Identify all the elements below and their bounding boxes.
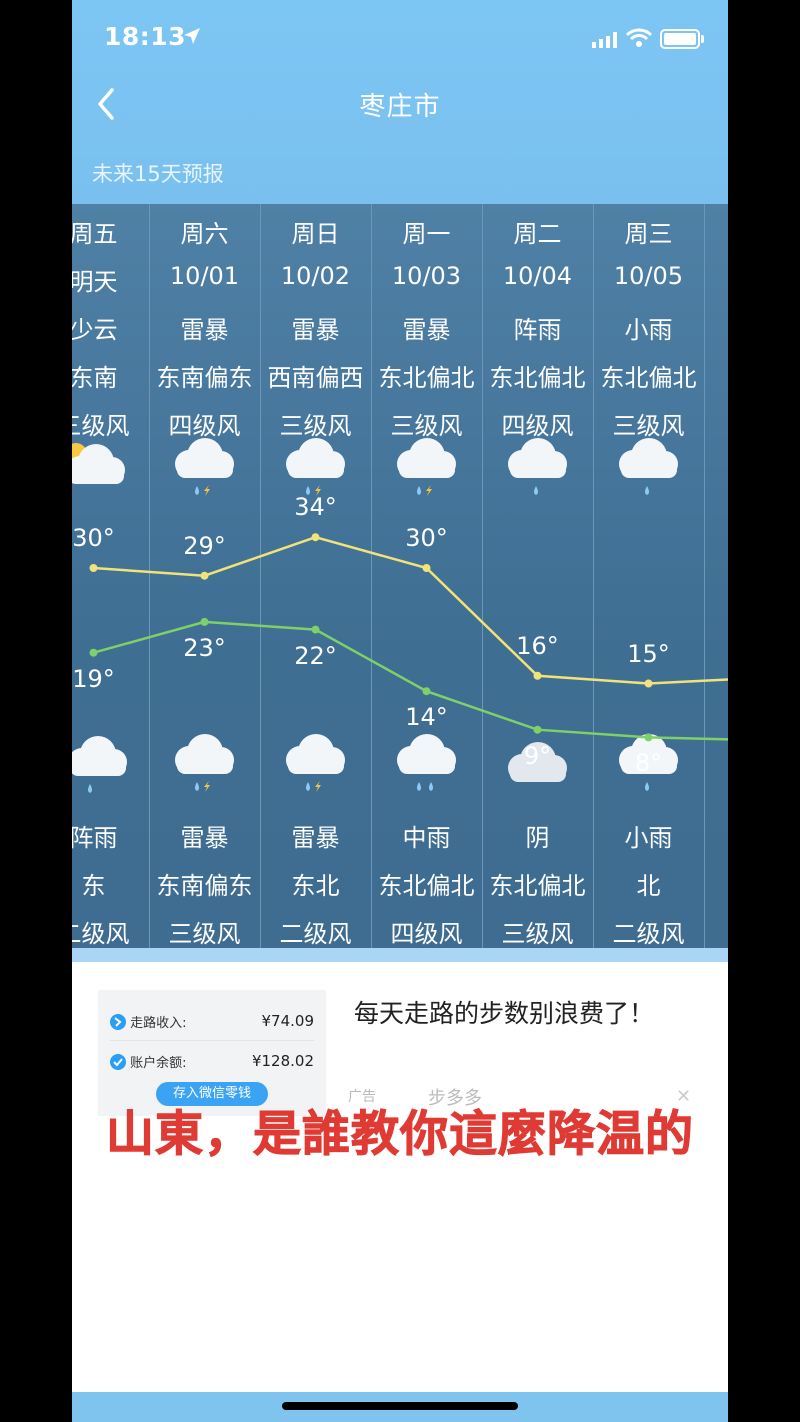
low-temp-point bbox=[533, 725, 542, 734]
location-arrow-icon bbox=[184, 28, 200, 44]
forecast-grid[interactable]: 周五明天少云东南三级风阵雨东二级风周六10/01雷暴东南偏东四级风雷暴东南偏东三… bbox=[72, 204, 728, 948]
high-temp-label: 34° bbox=[294, 493, 337, 522]
ad-walk-label: 走路收入: bbox=[130, 1016, 187, 1031]
low-temp-point bbox=[89, 648, 98, 657]
app-header: 18:13 枣庄市 未来15天预报 bbox=[72, 0, 728, 204]
page-title: 枣庄市 bbox=[359, 92, 441, 122]
low-temp-label: 8° bbox=[634, 749, 663, 778]
low-temp-point bbox=[311, 625, 320, 634]
low-temp-point bbox=[422, 687, 431, 696]
high-temp-point bbox=[200, 571, 209, 580]
low-temp-label: 22° bbox=[294, 641, 337, 670]
ad-row-label: 走路收入: bbox=[110, 1012, 187, 1031]
high-temp-point bbox=[644, 679, 653, 688]
low-temp-label: 14° bbox=[405, 703, 448, 732]
high-temp-point bbox=[311, 533, 320, 542]
high-temp-label: 30° bbox=[72, 524, 115, 552]
temperature-chart bbox=[89, 533, 728, 742]
battery-icon bbox=[660, 29, 704, 49]
low-temp-point bbox=[644, 733, 653, 742]
divider bbox=[72, 948, 728, 962]
check-circle-icon bbox=[110, 1054, 126, 1070]
low-temp-point bbox=[200, 617, 209, 626]
ad-walk-amount: ¥74.09 bbox=[261, 1012, 315, 1030]
cellular-signal-icon bbox=[592, 32, 617, 48]
high-temp-point bbox=[422, 564, 431, 572]
ad-balance-amount: ¥128.02 bbox=[251, 1052, 314, 1070]
low-temp-label: 9° bbox=[523, 741, 552, 770]
ad-row-label: 账户余额: bbox=[110, 1052, 187, 1071]
high-temp-point bbox=[89, 564, 98, 572]
status-time: 18:13 bbox=[104, 22, 187, 51]
forecast-range-label: 未来15天预报 bbox=[92, 162, 224, 186]
low-temp-label: 19° bbox=[72, 664, 115, 693]
high-temp-label: 16° bbox=[516, 631, 559, 660]
high-temp-point bbox=[533, 671, 542, 680]
ad-banner[interactable]: 走路收入: ¥74.09 账户余额: ¥128.02 存入微信零钱 每天走路的步… bbox=[72, 962, 728, 1392]
home-indicator[interactable] bbox=[282, 1402, 518, 1410]
high-temp-label: 15° bbox=[627, 639, 670, 668]
high-temp-label: 30° bbox=[405, 524, 448, 552]
video-caption: 山東，是誰教你這麼降温的 bbox=[105, 1106, 694, 1163]
low-temp-label: 23° bbox=[183, 633, 226, 662]
divider bbox=[110, 1040, 314, 1041]
wifi-icon bbox=[626, 28, 652, 47]
ad-balance-label: 账户余额: bbox=[130, 1056, 187, 1071]
ad-title[interactable]: 每天走路的步数别浪费了！ bbox=[354, 994, 654, 1030]
weather-app-screen: 18:13 枣庄市 未来15天预报 周五明天少云东南三级风阵雨东二级风周六10/… bbox=[72, 0, 728, 1422]
high-temp-label: 29° bbox=[183, 531, 226, 560]
walk-badge-icon bbox=[110, 1014, 126, 1030]
